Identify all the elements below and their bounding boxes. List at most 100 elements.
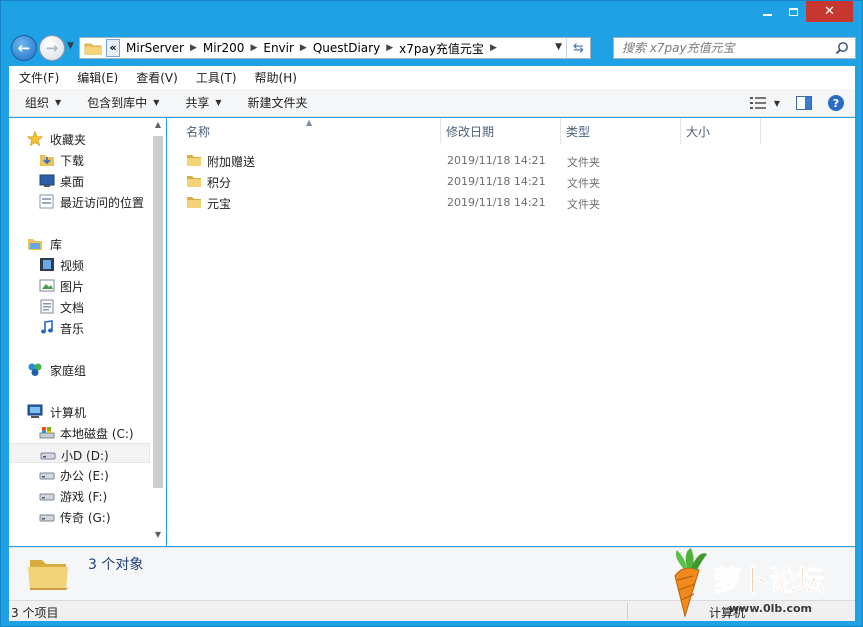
nav-item-label: 桌面 — [60, 175, 85, 189]
system-drive-icon — [39, 427, 55, 439]
breadcrumb-chevron-icon[interactable]: ▶ — [248, 43, 259, 53]
column-divider[interactable] — [560, 118, 561, 144]
documents-icon — [40, 299, 54, 314]
breadcrumb-chevron-icon[interactable]: ▶ — [298, 43, 309, 53]
column-header-size[interactable]: 大小 — [686, 118, 710, 144]
breadcrumb-item[interactable]: Envir — [259, 41, 298, 55]
breadcrumb-chevron-icon[interactable]: ▶ — [488, 43, 499, 53]
drive-icon — [39, 493, 55, 501]
back-button[interactable]: ← — [11, 35, 37, 61]
file-type: 文件夹 — [567, 198, 600, 211]
nav-item-videos[interactable]: 视频 — [9, 254, 150, 274]
change-view-button[interactable]: ▼ — [745, 89, 785, 117]
folder-icon — [187, 155, 201, 166]
nav-item-label: 本地磁盘 (C:) — [60, 427, 134, 441]
preview-pane-button[interactable] — [791, 89, 817, 117]
minimize-icon — [762, 13, 772, 16]
navigation-tree: 收藏夹 下载 桌面 最近访问的位置 库 视频 图片 文档 音乐 家庭组 计算机 … — [9, 118, 150, 546]
menu-item[interactable]: 查看(V) — [128, 69, 186, 86]
menu-item[interactable]: 帮助(H) — [247, 69, 305, 86]
address-bar[interactable]: « MirServer ▶ Mir200 ▶ Envir ▶ QuestDiary ▶ x7pa… — [79, 37, 591, 59]
nav-drive-d[interactable]: 小D (D:) — [9, 443, 150, 463]
help-icon: ? — [828, 95, 844, 111]
command-bar: 组织 ▼ 包含到库中 ▼ 共享 ▼ 新建文件夹 ▼ ? — [9, 89, 855, 117]
nav-item-music[interactable]: 音乐 — [9, 317, 150, 337]
file-name: 积分 — [207, 176, 232, 190]
column-header-modified[interactable]: 修改日期 — [446, 118, 494, 144]
close-button[interactable]: ✕ — [806, 1, 853, 22]
address-overflow-button[interactable]: « — [106, 39, 120, 57]
search-icon[interactable] — [835, 41, 849, 55]
column-divider[interactable] — [760, 118, 761, 144]
nav-drive-f[interactable]: 游戏 (F:) — [9, 485, 150, 505]
pictures-icon — [39, 279, 55, 292]
column-divider[interactable] — [440, 118, 441, 144]
watermark-url: www.0lb.com — [729, 602, 812, 615]
nav-item-downloads[interactable]: 下载 — [9, 149, 150, 169]
organize-label: 组织 — [25, 96, 50, 110]
close-icon: ✕ — [824, 4, 835, 19]
nav-item-label: 下载 — [60, 154, 85, 168]
file-name: 元宝 — [207, 197, 232, 211]
videos-icon — [40, 258, 54, 271]
nav-item-recent-places[interactable]: 最近访问的位置 — [9, 191, 150, 211]
breadcrumb-item[interactable]: x7pay充值元宝 — [395, 40, 488, 57]
search-input[interactable] — [622, 41, 832, 55]
organize-button[interactable]: 组织 ▼ — [15, 94, 71, 111]
nav-homegroup[interactable]: 家庭组 — [9, 359, 150, 379]
column-header-name[interactable]: 名称 — [186, 118, 210, 144]
details-object-count: 3 个对象 — [88, 557, 144, 573]
column-header-type[interactable]: 类型 — [566, 118, 590, 144]
breadcrumb-item[interactable]: QuestDiary — [309, 41, 384, 55]
chevron-down-icon: ▼ — [153, 98, 160, 107]
forward-button[interactable]: → — [39, 35, 65, 61]
share-button[interactable]: 共享 ▼ — [175, 94, 231, 111]
table-row[interactable]: 积分 2019/11/18 14:21 文件夹 — [179, 171, 839, 192]
recent-pages-dropdown-icon[interactable]: ▼ — [67, 41, 74, 51]
nav-computer[interactable]: 计算机 — [9, 401, 150, 421]
folder-icon — [187, 197, 201, 208]
table-row[interactable]: 附加赠送 2019/11/18 14:21 文件夹 — [179, 150, 839, 171]
menu-item[interactable]: 工具(T) — [188, 69, 245, 86]
column-divider[interactable] — [680, 118, 681, 144]
nav-item-documents[interactable]: 文档 — [9, 296, 150, 316]
scroll-up-icon[interactable]: ▲ — [150, 120, 166, 134]
breadcrumb-item[interactable]: MirServer — [122, 41, 188, 55]
explorer-window: ✕ ← → ▼ « MirServer ▶ Mir200 ▶ Envir ▶ QuestDi… — [0, 0, 863, 627]
desktop-icon — [39, 174, 55, 187]
folder-icon — [187, 176, 201, 187]
breadcrumb-chevron-icon[interactable]: ▶ — [384, 43, 395, 53]
new-folder-button[interactable]: 新建文件夹 — [238, 94, 318, 111]
maximize-button[interactable] — [780, 1, 806, 22]
forward-arrow-icon: → — [45, 38, 59, 57]
minimize-button[interactable] — [754, 1, 780, 22]
details-view-icon — [749, 97, 766, 109]
nav-drive-g[interactable]: 传奇 (G:) — [9, 506, 150, 526]
search-box — [613, 37, 856, 59]
refresh-icon: ⇆ — [573, 40, 584, 56]
include-in-library-button[interactable]: 包含到库中 ▼ — [77, 94, 169, 111]
file-modified: 2019/11/18 14:21 — [447, 175, 546, 188]
scroll-down-icon[interactable]: ▼ — [150, 530, 166, 544]
scrollbar-thumb[interactable] — [153, 136, 163, 488]
nav-item-desktop[interactable]: 桌面 — [9, 170, 150, 190]
help-button[interactable]: ? — [823, 89, 849, 117]
sort-ascending-icon: ▲ — [306, 118, 313, 127]
nav-item-pictures[interactable]: 图片 — [9, 275, 150, 295]
navigation-pane: 收藏夹 下载 桌面 最近访问的位置 库 视频 图片 文档 音乐 家庭组 计算机 … — [9, 118, 166, 546]
address-history-dropdown-icon[interactable]: ▼ — [555, 42, 562, 52]
table-row[interactable]: 元宝 2019/11/18 14:21 文件夹 — [179, 192, 839, 213]
refresh-button[interactable]: ⇆ — [566, 38, 590, 58]
recent-places-icon — [39, 194, 54, 209]
nav-scrollbar[interactable]: ▲ ▼ — [150, 118, 166, 546]
nav-libraries[interactable]: 库 — [9, 233, 150, 253]
nav-drive-e[interactable]: 办公 (E:) — [9, 464, 150, 484]
nav-drive-c[interactable]: 本地磁盘 (C:) — [9, 422, 150, 442]
breadcrumb-chevron-icon[interactable]: ▶ — [188, 43, 199, 53]
preview-pane-icon — [796, 96, 812, 110]
menu-item[interactable]: 编辑(E) — [69, 69, 126, 86]
menu-item[interactable]: 文件(F) — [11, 69, 67, 86]
file-list: ▲ 名称 修改日期 类型 大小 附加赠送 2019/11/18 14:21 文件夹积… — [167, 118, 855, 546]
nav-favorites[interactable]: 收藏夹 — [9, 128, 150, 148]
breadcrumb-item[interactable]: Mir200 — [199, 41, 249, 55]
